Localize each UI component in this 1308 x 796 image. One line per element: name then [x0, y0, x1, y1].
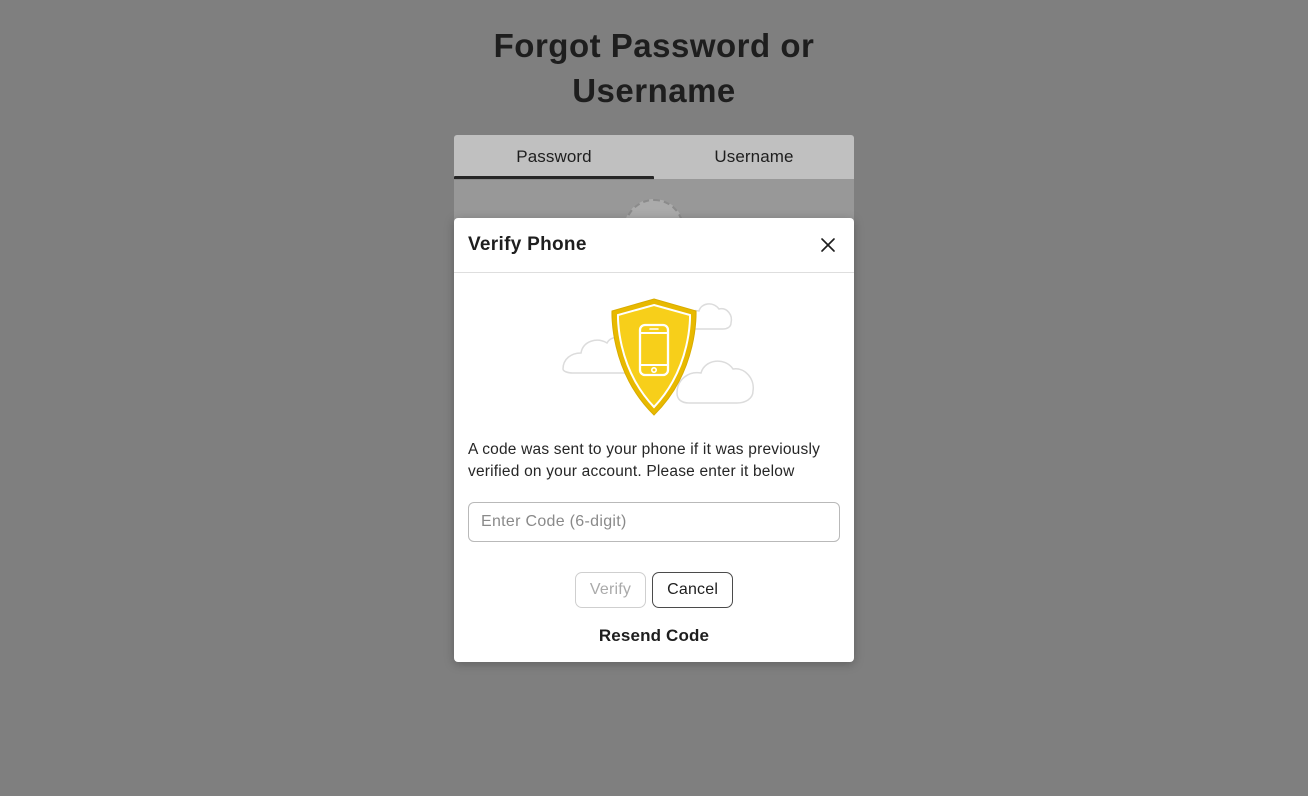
modal-backdrop: Verify Phone: [0, 0, 1308, 796]
close-button[interactable]: [816, 233, 840, 257]
modal-description: A code was sent to your phone if it was …: [468, 439, 840, 484]
shield-phone-illustration: [468, 295, 840, 419]
close-icon: [819, 236, 837, 254]
shield-phone-icon: [551, 295, 757, 419]
modal-body: A code was sent to your phone if it was …: [454, 273, 854, 662]
code-input[interactable]: [468, 502, 840, 542]
button-row: Verify Cancel: [468, 572, 840, 608]
modal-title: Verify Phone: [468, 234, 587, 256]
modal-header: Verify Phone: [454, 218, 854, 273]
cancel-button[interactable]: Cancel: [652, 572, 733, 608]
verify-phone-modal: Verify Phone: [454, 218, 854, 662]
resend-code-link[interactable]: Resend Code: [468, 626, 840, 646]
verify-button[interactable]: Verify: [575, 572, 646, 608]
